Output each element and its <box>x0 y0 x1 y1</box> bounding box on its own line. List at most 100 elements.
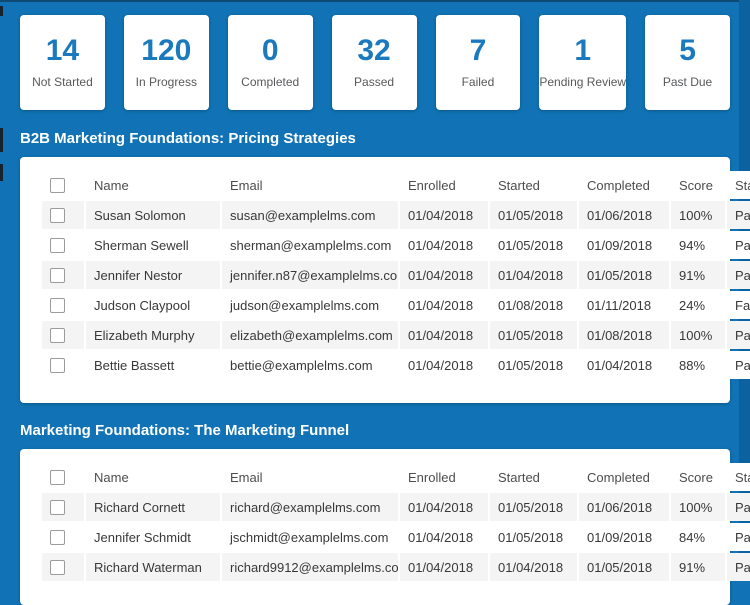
row-checkbox-cell <box>42 351 84 380</box>
cell-completed: 01/09/2018 <box>579 231 669 260</box>
cell-score: 91% <box>671 261 725 290</box>
stat-value: 120 <box>141 34 192 67</box>
stat-card-in-progress[interactable]: 120 In Progress <box>123 15 209 110</box>
select-all-checkbox[interactable] <box>50 178 65 194</box>
column-header-status[interactable]: Status <box>727 171 750 200</box>
stat-card-failed[interactable]: 7 Failed <box>435 15 521 110</box>
row-checkbox[interactable] <box>50 268 65 284</box>
stat-card-not-started[interactable]: 14 Not Started <box>20 15 105 110</box>
row-checkbox[interactable] <box>50 560 65 576</box>
cell-name: Sherman Sewell <box>86 231 220 260</box>
column-header-completed[interactable]: Completed <box>579 171 669 200</box>
row-checkbox-cell <box>42 231 84 260</box>
table-row[interactable]: Jennifer Schmidt jschmidt@examplelms.com 0… <box>42 523 750 552</box>
row-checkbox[interactable] <box>50 208 65 224</box>
row-checkbox[interactable] <box>50 238 65 254</box>
cell-score: 24% <box>671 291 725 320</box>
cell-name: Jennifer Nestor <box>86 261 220 290</box>
cell-completed: 01/05/2018 <box>579 261 669 290</box>
cell-name: Judson Claypool <box>86 291 220 320</box>
table-row[interactable]: Richard Cornett richard@examplelms.com 01/… <box>42 493 750 522</box>
stat-card-past-due[interactable]: 5 Past Due <box>645 15 730 110</box>
row-checkbox-cell <box>42 321 84 350</box>
table-row[interactable]: Bettie Bassett bettie@examplelms.com 01/04… <box>42 351 750 380</box>
cell-completed: 01/11/2018 <box>579 291 669 320</box>
table-header-row: Name Email Enrolled Started Completed Score St… <box>42 171 750 200</box>
column-header-enrolled[interactable]: Enrolled <box>400 171 488 200</box>
cell-email: susan@examplelms.com <box>222 201 398 230</box>
cell-started: 01/05/2018 <box>490 321 577 350</box>
column-header-status[interactable]: Status <box>727 463 750 492</box>
table-row[interactable]: Richard Waterman richard9912@examplelms.c… <box>42 553 750 582</box>
cell-score: 91% <box>671 553 725 582</box>
row-checkbox[interactable] <box>50 358 65 374</box>
column-header-started[interactable]: Started <box>490 463 577 492</box>
column-header-score[interactable]: Score <box>671 463 725 492</box>
cell-status: Passed <box>727 493 750 522</box>
column-header-enrolled[interactable]: Enrolled <box>400 463 488 492</box>
stat-value: 14 <box>45 34 80 67</box>
cell-name: Bettie Bassett <box>86 351 220 380</box>
column-header-email[interactable]: Email <box>222 171 398 200</box>
cell-email: judson@examplelms.com <box>222 291 398 320</box>
cell-started: 01/04/2018 <box>490 261 577 290</box>
cell-enrolled: 01/04/2018 <box>400 553 488 582</box>
cell-completed: 01/05/2018 <box>579 553 669 582</box>
cell-score: 100% <box>671 201 725 230</box>
stat-card-passed[interactable]: 32 Passed <box>331 15 417 110</box>
select-all-checkbox[interactable] <box>50 470 65 486</box>
cell-completed: 01/06/2018 <box>579 201 669 230</box>
table-row[interactable]: Susan Solomon susan@examplelms.com 01/04/2… <box>42 201 750 230</box>
column-header-name[interactable]: Name <box>86 463 220 492</box>
course-section-b2b-marketing-foundations-pricing-strategies: B2B Marketing Foundations: Pricing Strat… <box>20 130 750 404</box>
cell-status: Passed <box>727 351 750 380</box>
column-header-started[interactable]: Started <box>490 171 577 200</box>
row-checkbox[interactable] <box>50 500 65 516</box>
cell-started: 01/04/2018 <box>490 553 577 582</box>
cell-name: Richard Waterman <box>86 553 220 582</box>
cell-started: 01/05/2018 <box>490 351 577 380</box>
stat-value: 1 <box>574 34 592 67</box>
stat-value: 5 <box>679 34 696 67</box>
column-header-name[interactable]: Name <box>86 171 220 200</box>
left-edge-decoration <box>0 164 3 181</box>
table-row[interactable]: Jennifer Nestor jennifer.n87@examplelms.c… <box>42 261 750 290</box>
cell-email: jennifer.n87@examplelms.com <box>222 261 398 290</box>
left-edge-decoration <box>0 128 3 152</box>
cell-enrolled: 01/04/2018 <box>400 351 488 380</box>
cell-completed: 01/08/2018 <box>579 321 669 350</box>
column-header-score[interactable]: Score <box>671 171 725 200</box>
row-checkbox-cell <box>42 261 84 290</box>
stat-label: Pending Review <box>539 75 627 89</box>
cell-enrolled: 01/04/2018 <box>400 291 488 320</box>
row-checkbox[interactable] <box>50 328 65 344</box>
cell-name: Jennifer Schmidt <box>86 523 220 552</box>
cell-started: 01/05/2018 <box>490 523 577 552</box>
column-header-email[interactable]: Email <box>222 463 398 492</box>
cell-status: Passed <box>727 231 750 260</box>
cell-score: 94% <box>671 231 725 260</box>
roster-table: Name Email Enrolled Started Completed Score St… <box>40 169 750 381</box>
table-row[interactable]: Elizabeth Murphy elizabeth@examplelms.com… <box>42 321 750 350</box>
table-header-row: Name Email Enrolled Started Completed Score St… <box>42 463 750 492</box>
cell-status: Passed <box>727 523 750 552</box>
table-row[interactable]: Sherman Sewell sherman@examplelms.com 01/0… <box>42 231 750 260</box>
cell-started: 01/08/2018 <box>490 291 577 320</box>
row-checkbox[interactable] <box>50 298 65 314</box>
stat-label: Not Started <box>32 75 93 89</box>
stat-card-pending-review[interactable]: 1 Pending Review <box>539 15 627 110</box>
select-all-cell <box>42 171 84 200</box>
column-header-completed[interactable]: Completed <box>579 463 669 492</box>
cell-name: Susan Solomon <box>86 201 220 230</box>
cell-status: Failed <box>727 291 750 320</box>
stat-card-completed[interactable]: 0 Completed <box>227 15 313 110</box>
cell-name: Elizabeth Murphy <box>86 321 220 350</box>
table-row[interactable]: Judson Claypool judson@examplelms.com 01/0… <box>42 291 750 320</box>
left-edge-decoration <box>0 6 3 16</box>
cell-started: 01/05/2018 <box>490 493 577 522</box>
stat-label: Completed <box>241 75 300 89</box>
stat-label: In Progress <box>135 75 197 89</box>
row-checkbox[interactable] <box>50 530 65 546</box>
cell-enrolled: 01/04/2018 <box>400 321 488 350</box>
cell-email: elizabeth@examplelms.com <box>222 321 398 350</box>
